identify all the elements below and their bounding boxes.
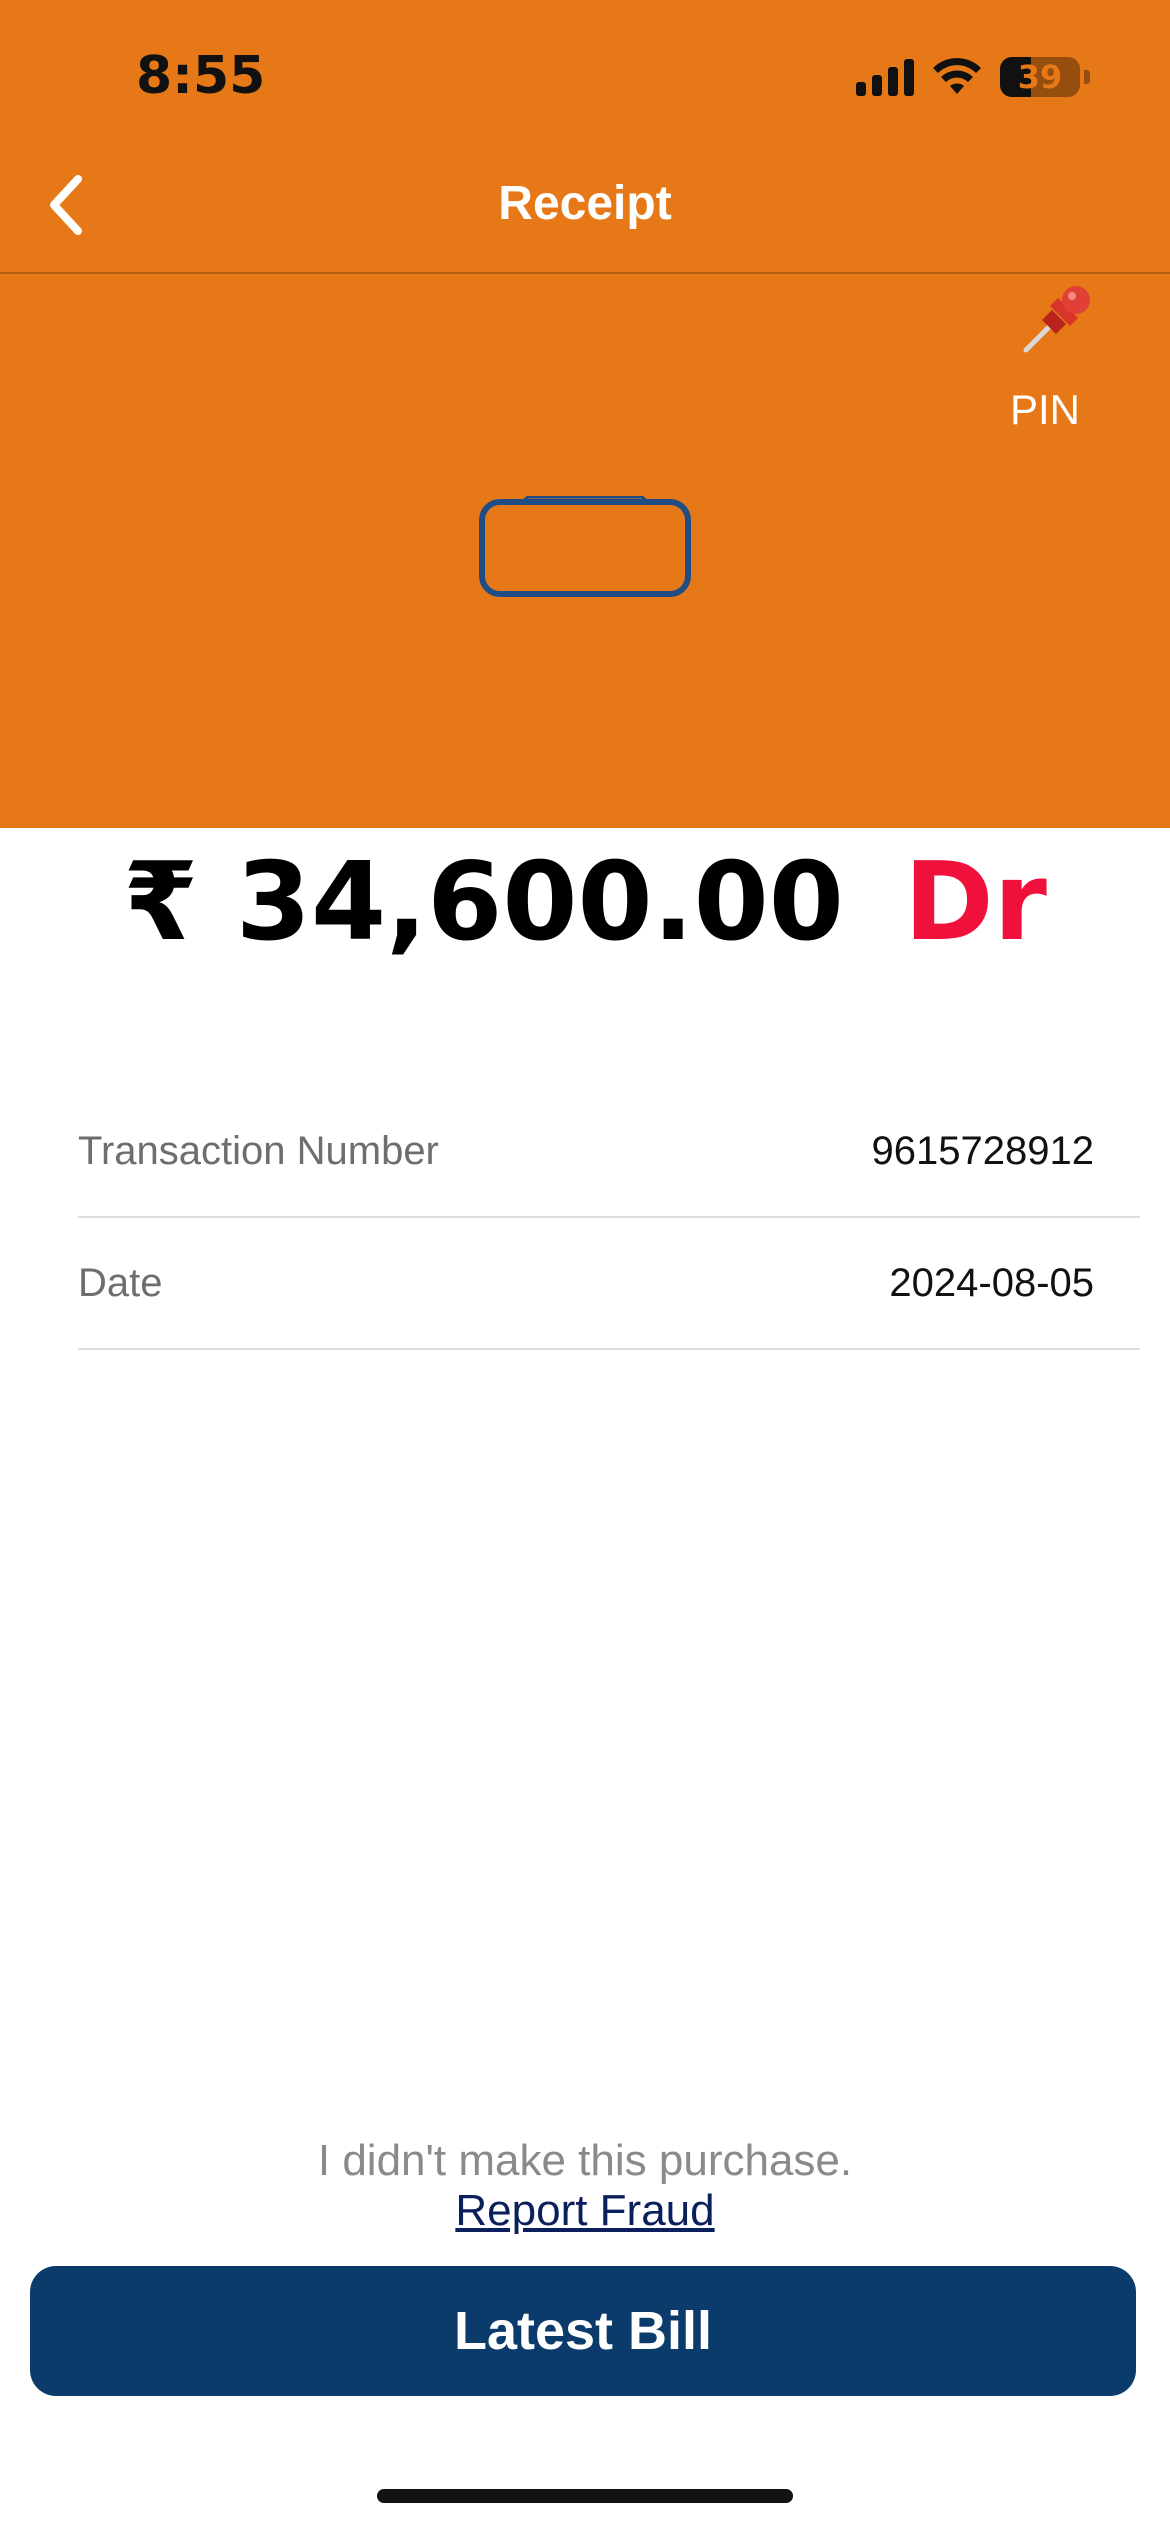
nav-divider <box>0 272 1170 274</box>
latest-bill-button[interactable]: Latest Bill <box>30 2266 1136 2396</box>
date-label: Date <box>78 1260 163 1305</box>
home-indicator[interactable] <box>377 2489 793 2503</box>
transaction-number-label: Transaction Number <box>78 1128 439 1173</box>
receipt-header: 8:55 39 Receipt PIN <box>0 0 1170 828</box>
pin-button[interactable]: PIN <box>980 276 1110 446</box>
wifi-icon <box>933 58 981 94</box>
amount-row: ₹ 34,600.00 Dr <box>0 840 1170 965</box>
pin-label: PIN <box>1009 386 1080 433</box>
date-row: Date 2024-08-05 <box>78 1218 1140 1350</box>
report-fraud-container: Report Fraud <box>0 2186 1170 2236</box>
card-image-placeholder <box>479 496 691 597</box>
status-time: 8:55 <box>136 46 266 106</box>
page-title: Receipt <box>498 177 672 230</box>
cellular-signal-icon <box>856 58 914 96</box>
date-value: 2024-08-05 <box>889 1260 1094 1305</box>
transaction-number-value: 9615728912 <box>871 1128 1094 1173</box>
transaction-amount: ₹ 34,600.00 <box>123 840 844 965</box>
report-fraud-link[interactable]: Report Fraud <box>455 2186 714 2235</box>
receipt-screen: 8:55 39 Receipt PIN ₹ 34,600.00 Dr Trans… <box>0 0 1170 2532</box>
debit-indicator: Dr <box>903 840 1047 965</box>
transaction-number-row: Transaction Number 9615728912 <box>78 1086 1140 1218</box>
battery-level: 39 <box>1017 58 1063 96</box>
battery-cap <box>1084 70 1090 84</box>
status-icons: 39 <box>856 52 1090 102</box>
pushpin-icon <box>1023 286 1090 353</box>
battery-icon: 39 <box>1000 57 1080 97</box>
fraud-prompt-text: I didn't make this purchase. <box>317 2136 853 2185</box>
